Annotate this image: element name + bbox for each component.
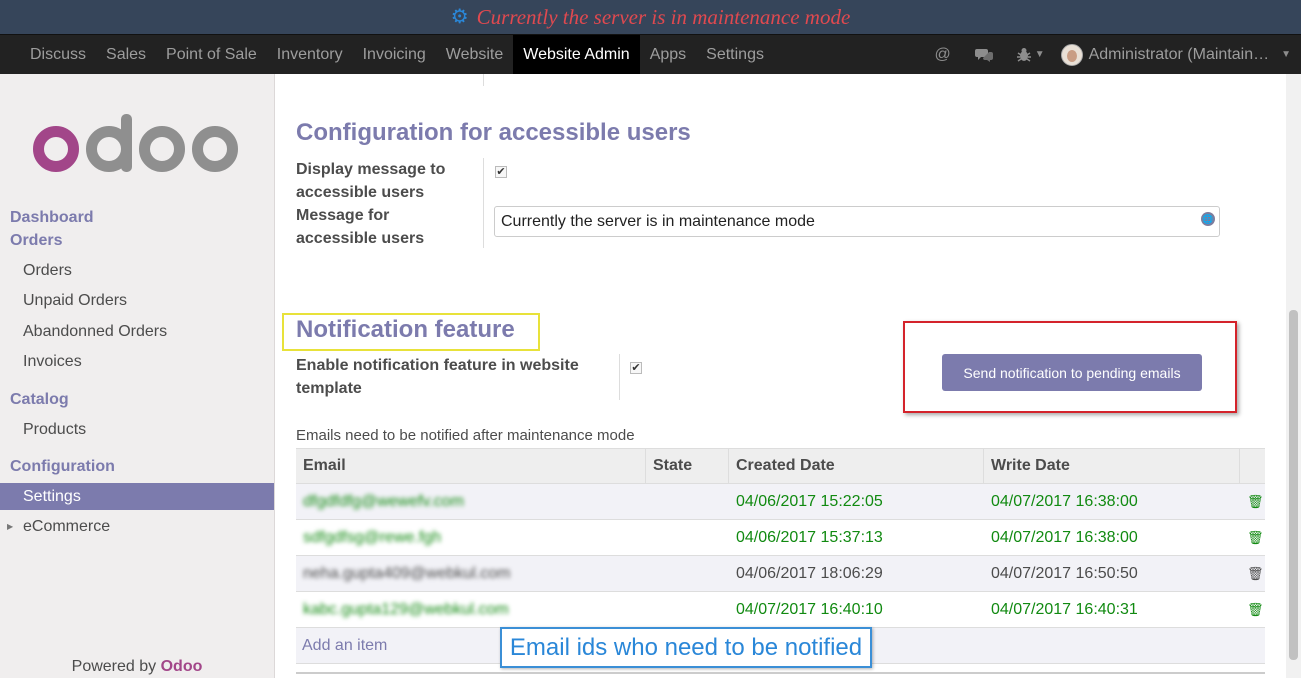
row-created-date: 04/06/2017 15:37:13 (736, 528, 883, 546)
maintenance-banner-text: Currently the server is in maintenance m… (476, 4, 851, 29)
display-message-checkbox[interactable]: ✔ (495, 166, 507, 178)
menu-discuss[interactable]: Discuss (20, 35, 96, 74)
column-state[interactable]: State (646, 449, 729, 483)
translate-globe-icon[interactable]: 🌐 (1201, 212, 1215, 226)
menu-sales[interactable]: Sales (96, 35, 156, 74)
caret-down-icon: ▼ (1034, 49, 1045, 60)
enable-notification-checkbox[interactable]: ✔ (630, 362, 642, 374)
powered-by: Powered by Odoo (0, 658, 274, 676)
email-ids-annotation: Email ids who need to be notified (500, 627, 872, 668)
top-navbar: Discuss Sales Point of Sale Inventory In… (0, 34, 1301, 74)
row-state (646, 556, 729, 591)
scrollbar-thumb[interactable] (1289, 310, 1298, 660)
navbar-systray: @ ▼ Administrator (Maintain… ▼ (922, 35, 1291, 74)
notification-section-title: Notification feature (296, 316, 515, 343)
column-delete (1240, 449, 1265, 483)
debug-bug-icon[interactable]: ▼ (1016, 47, 1045, 63)
divider (483, 74, 484, 86)
column-created-date[interactable]: Created Date (729, 449, 984, 483)
row-email: dfgdfdfg@wewefv.com (303, 492, 464, 510)
user-name[interactable]: Administrator (Maintain… (1089, 46, 1270, 64)
sidebar-item-ecommerce[interactable]: ▶ eCommerce (0, 513, 274, 540)
row-write-date: 04/07/2017 16:38:00 (991, 492, 1138, 510)
table-bottom-border (296, 672, 1265, 674)
table-header: Email State Created Date Write Date (296, 448, 1265, 484)
menu-inventory[interactable]: Inventory (267, 35, 353, 74)
main-scrollbar[interactable] (1286, 74, 1301, 678)
powered-by-brand[interactable]: Odoo (161, 658, 203, 675)
sidebar-section-catalog[interactable]: Catalog (10, 391, 69, 409)
user-avatar[interactable] (1060, 43, 1083, 66)
at-mention-icon[interactable]: @ (934, 46, 950, 64)
send-notification-button[interactable]: Send notification to pending emails (942, 354, 1202, 391)
row-email: sdfgdfsg@rewe.fgh (303, 528, 442, 546)
row-email: neha.gupta409@webkul.com (303, 564, 511, 582)
chat-icon[interactable] (974, 47, 993, 63)
gears-icon: ⚙ (450, 6, 469, 28)
message-label: Message for accessible users (296, 204, 424, 250)
row-write-date: 04/07/2017 16:50:50 (991, 564, 1138, 582)
sidebar-item-orders[interactable]: Orders (0, 257, 274, 284)
add-item-link[interactable]: Add an item (302, 637, 387, 655)
column-write-date[interactable]: Write Date (984, 449, 1240, 483)
table-row[interactable]: sdfgdfsg@rewe.fgh 04/06/2017 15:37:13 04… (296, 520, 1265, 556)
config-section-title: Configuration for accessible users (296, 119, 691, 146)
expand-triangle-icon: ▶ (7, 522, 14, 531)
row-created-date: 04/06/2017 18:06:29 (736, 564, 883, 582)
menu-settings[interactable]: Settings (696, 35, 774, 74)
row-email: kabc.gupta129@webkul.com (303, 600, 509, 618)
enable-notification-label-line2: template (296, 380, 362, 397)
app-menu: Discuss Sales Point of Sale Inventory In… (20, 35, 774, 74)
menu-website-admin[interactable]: Website Admin (513, 35, 640, 74)
message-input-value: Currently the server is in maintenance m… (501, 212, 815, 230)
trash-icon[interactable]: 🗑 (1247, 602, 1264, 618)
row-created-date: 04/07/2017 16:40:10 (736, 600, 883, 618)
sidebar-item-settings[interactable]: Settings (0, 483, 274, 510)
sidebar-section-orders[interactable]: Orders (10, 232, 62, 250)
sidebar-item-abandonned-orders[interactable]: Abandonned Orders (0, 318, 274, 345)
sidebar-section-dashboard[interactable]: Dashboard (10, 209, 94, 227)
row-state (646, 484, 729, 519)
menu-apps[interactable]: Apps (640, 35, 696, 74)
sidebar-item-products[interactable]: Products (0, 416, 274, 443)
message-label-line2: accessible users (296, 230, 425, 247)
enable-notification-label: Enable notification feature in website t… (296, 354, 579, 400)
odoo-logo (33, 114, 243, 174)
row-state (646, 520, 729, 555)
trash-icon[interactable]: 🗑 (1247, 494, 1264, 510)
row-state (646, 592, 729, 627)
column-email[interactable]: Email (296, 449, 646, 483)
trash-icon[interactable]: 🗑 (1247, 530, 1264, 546)
field-divider (483, 158, 484, 248)
message-label-line1: Message for (296, 207, 390, 224)
maintenance-banner: ⚙ Currently the server is in maintenance… (0, 0, 1301, 34)
emails-table-caption: Emails need to be notified after mainten… (296, 427, 635, 444)
trash-icon[interactable]: 🗑 (1247, 566, 1264, 582)
sidebar-item-ecommerce-label: eCommerce (23, 517, 111, 535)
sidebar-section-configuration[interactable]: Configuration (10, 458, 115, 476)
display-message-label: Display message to accessible users (296, 158, 445, 204)
powered-by-prefix: Powered by (71, 658, 157, 675)
message-input[interactable]: Currently the server is in maintenance m… (494, 206, 1220, 237)
table-row[interactable]: neha.gupta409@webkul.com 04/06/2017 18:0… (296, 556, 1265, 592)
enable-notification-label-line1: Enable notification feature in website (296, 357, 579, 374)
menu-invoicing[interactable]: Invoicing (353, 35, 436, 74)
menu-website[interactable]: Website (436, 35, 514, 74)
display-message-label-line1: Display message to (296, 161, 446, 178)
table-row[interactable]: kabc.gupta129@webkul.com 04/07/2017 16:4… (296, 592, 1265, 628)
left-sidebar: Dashboard Orders Orders Unpaid Orders Ab… (0, 74, 275, 678)
menu-point-of-sale[interactable]: Point of Sale (156, 35, 267, 74)
row-write-date: 04/07/2017 16:38:00 (991, 528, 1138, 546)
table-row[interactable]: dfgdfdfg@wewefv.com 04/06/2017 15:22:05 … (296, 484, 1265, 520)
field-divider (619, 354, 620, 400)
sidebar-item-unpaid-orders[interactable]: Unpaid Orders (0, 287, 274, 314)
row-write-date: 04/07/2017 16:40:31 (991, 600, 1138, 618)
sidebar-item-invoices[interactable]: Invoices (0, 348, 274, 375)
display-message-label-line2: accessible users (296, 184, 425, 201)
row-created-date: 04/06/2017 15:22:05 (736, 492, 883, 510)
user-caret-down-icon[interactable]: ▼ (1281, 49, 1291, 60)
